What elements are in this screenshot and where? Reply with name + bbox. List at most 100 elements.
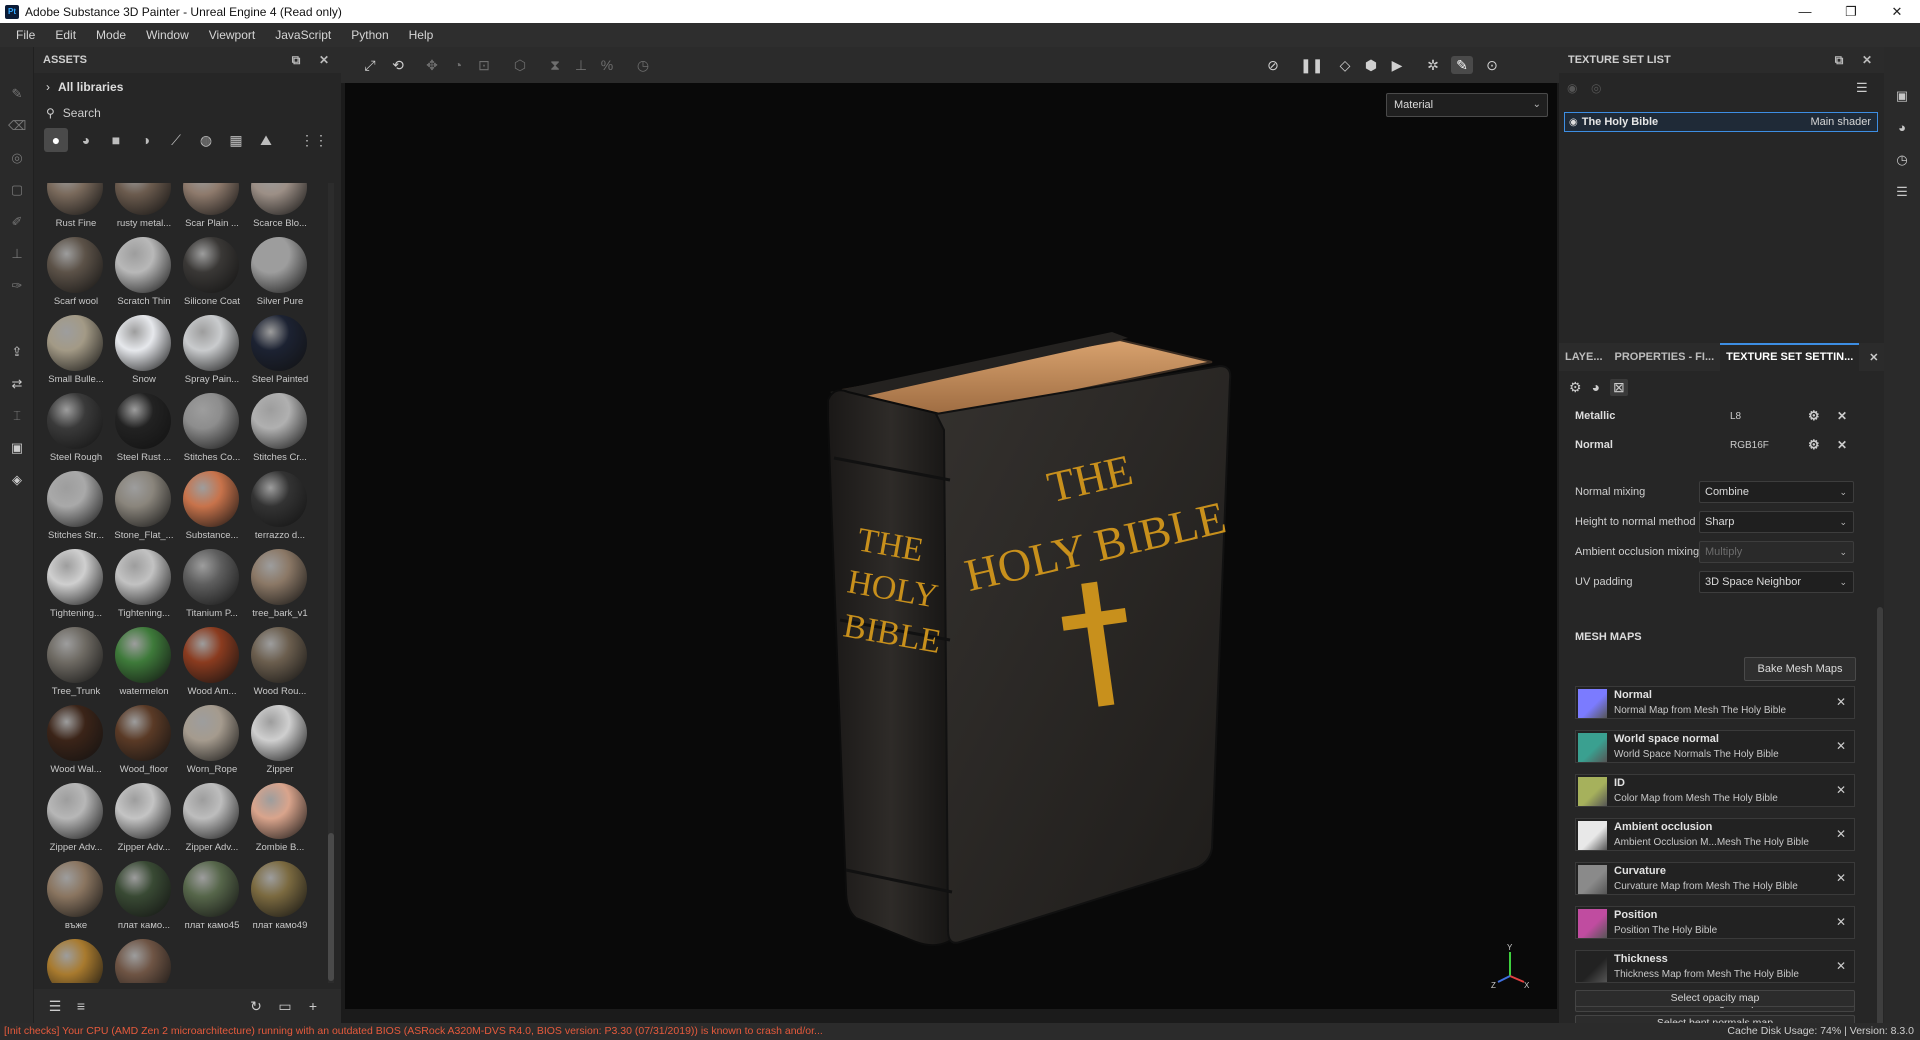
normal-mixing-dropdown[interactable]: Combine ⌄	[1699, 481, 1854, 503]
asset-thumbnail[interactable]: Steel Rough	[42, 391, 110, 469]
asset-thumbnail[interactable]: Wood Am...	[178, 625, 246, 703]
menu-icon[interactable]: ☰	[1856, 80, 1868, 96]
eye-icon[interactable]: ◉	[1569, 117, 1578, 128]
list-view-icon[interactable]: ☰	[46, 997, 64, 1015]
render-icon[interactable]: ✲	[1424, 56, 1442, 74]
smudge-icon[interactable]: ✐	[8, 213, 26, 231]
settings-icon[interactable]: ⚙	[1569, 379, 1582, 396]
library-selector[interactable]: › All libraries	[34, 73, 341, 101]
transform-icon[interactable]: ⤢	[361, 56, 379, 74]
measure-icon[interactable]: ⌶	[8, 407, 26, 425]
textures-filter-icon[interactable]: ◍	[194, 128, 218, 152]
asset-thumbnail[interactable]: плат тз12346	[110, 937, 178, 983]
move-icon[interactable]: ✥	[423, 56, 441, 74]
mesh-map-slot[interactable]: Curvature Curvature Map from Mesh The Hol…	[1575, 862, 1855, 895]
asset-thumbnail[interactable]: Stitches Cr...	[246, 391, 314, 469]
asset-thumbnail[interactable]: Silver Pure	[246, 235, 314, 313]
asset-thumbnail[interactable]: Zipper Adv...	[42, 781, 110, 859]
asset-thumbnail[interactable]: плат камо49	[246, 859, 314, 937]
masks-filter-icon[interactable]: ■	[104, 128, 128, 152]
asset-thumbnail[interactable]: watermelon	[110, 625, 178, 703]
mesh-map-slot[interactable]: Thickness Thickness Map from Mesh The Hol…	[1575, 950, 1855, 983]
transform-options-icon[interactable]: ⟲	[389, 56, 407, 74]
channel-format[interactable]: L8	[1730, 411, 1741, 422]
paint-brush-icon[interactable]: ✎	[8, 85, 26, 103]
rotate-icon[interactable]: ◔	[449, 56, 467, 74]
remove-map-icon[interactable]: ✕	[1836, 915, 1846, 929]
object-icon[interactable]: ⬡	[511, 56, 529, 74]
menu-window[interactable]: Window	[136, 28, 199, 42]
asset-thumbnail[interactable]: Zipper	[246, 703, 314, 781]
asset-thumbnail[interactable]: плат камо...	[110, 859, 178, 937]
gear-icon[interactable]: ⚙	[1808, 408, 1820, 424]
gear-icon[interactable]: ⚙	[1808, 437, 1820, 453]
asset-thumbnail[interactable]: Silicone Coat	[178, 235, 246, 313]
asset-search-field[interactable]: ⚲ Search	[34, 101, 341, 125]
asset-thumbnail[interactable]: Stitches Str...	[42, 469, 110, 547]
channel-format[interactable]: RGB16F	[1730, 440, 1769, 451]
close-panel-icon[interactable]: ✕	[1858, 51, 1876, 69]
restore-icon[interactable]: ❐	[1828, 0, 1874, 23]
bake-icon[interactable]: ⇄	[8, 375, 26, 393]
log-icon[interactable]: ☰	[1893, 183, 1911, 201]
texture-set-row[interactable]: ◉ The Holy Bible Main shader	[1564, 112, 1878, 132]
asset-thumbnail[interactable]: Wood_floor	[110, 703, 178, 781]
mesh-map-slot[interactable]: ID Color Map from Mesh The Holy Bible ✕	[1575, 774, 1855, 807]
asset-thumbnail[interactable]: Zombie B...	[246, 781, 314, 859]
height-to-normal-dropdown[interactable]: Sharp ⌄	[1699, 511, 1854, 533]
asset-thumbnail[interactable]: Zipper Adv...	[110, 781, 178, 859]
hide-icon[interactable]: ⊘	[1264, 56, 1282, 74]
smart-materials-filter-icon[interactable]: ◕	[74, 128, 98, 152]
settings-scrollbar[interactable]	[1877, 607, 1883, 1040]
tab-layers[interactable]: LAYE...	[1559, 343, 1609, 371]
paint-mode-icon[interactable]: ✎	[1451, 56, 1473, 74]
asset-scrollbar[interactable]	[328, 183, 334, 983]
new-folder-icon[interactable]: ▭	[276, 997, 294, 1015]
hide-icon[interactable]: ◉	[1567, 81, 1577, 95]
menu-javascript[interactable]: JavaScript	[265, 28, 341, 42]
tab-properties[interactable]: PROPERTIES - FI...	[1609, 343, 1721, 371]
geometry-mask-icon[interactable]: ▢	[8, 181, 26, 199]
mesh-map-slot[interactable]: Normal Normal Map from Mesh The Holy Bibl…	[1575, 686, 1855, 719]
asset-thumbnail[interactable]: Spray Pain...	[178, 313, 246, 391]
display-settings-icon[interactable]: ▣	[8, 439, 26, 457]
scale-icon[interactable]: ⊡	[475, 56, 493, 74]
asset-thumbnail[interactable]: плат тз12	[42, 937, 110, 983]
close-tab-icon[interactable]: ✕	[1869, 351, 1878, 364]
mesh-map-slot[interactable]: World space normal World Space Normals Th…	[1575, 730, 1855, 763]
snap-icon[interactable]: %	[598, 56, 616, 74]
mirror-icon[interactable]: ⧗	[546, 56, 564, 74]
remove-map-icon[interactable]: ✕	[1836, 827, 1846, 841]
color-picker-icon[interactable]: ✑	[8, 277, 26, 295]
viewport-3d-icon[interactable]: ⬢	[1362, 56, 1380, 74]
pause-icon[interactable]: ❚❚	[1300, 56, 1323, 74]
remove-channel-icon[interactable]: ✕	[1837, 409, 1847, 423]
select-bent-normals-button[interactable]: Select bent normals map	[1575, 1015, 1855, 1023]
screenshot-icon[interactable]: ⊙	[1483, 56, 1501, 74]
asset-thumbnail[interactable]: Tightening...	[42, 547, 110, 625]
grid-filter-icon[interactable]: ▦	[224, 128, 248, 152]
status-warning-message[interactable]: [Init checks] Your CPU (AMD Zen 2 microa…	[4, 1023, 823, 1040]
asset-thumbnail[interactable]: Scar Plain ...	[178, 183, 246, 235]
asset-thumbnail[interactable]: Zipper Adv...	[178, 781, 246, 859]
menu-file[interactable]: File	[6, 28, 45, 42]
asset-thumbnail[interactable]: Worn_Rope	[178, 703, 246, 781]
uv-padding-dropdown[interactable]: 3D Space Neighbor ⌄	[1699, 571, 1854, 593]
remove-map-icon[interactable]: ✕	[1836, 695, 1846, 709]
asset-thumbnail[interactable]: Wood Wal...	[42, 703, 110, 781]
asset-thumbnail[interactable]: Wood Rou...	[246, 625, 314, 703]
mesh-map-slot[interactable]: Position Position The Holy Bible ✕	[1575, 906, 1855, 939]
history-icon[interactable]: ◷	[1893, 151, 1911, 169]
viewport-2d-icon[interactable]: ◇	[1336, 56, 1354, 74]
remove-map-icon[interactable]: ✕	[1836, 783, 1846, 797]
asset-thumbnail[interactable]: Scarce Blo...	[246, 183, 314, 235]
asset-thumbnail[interactable]: tree_bark_v1	[246, 547, 314, 625]
materials-filter-icon[interactable]: ●	[44, 128, 68, 152]
asset-thumbnail[interactable]: Scarf wool	[42, 235, 110, 313]
bake-mesh-maps-button[interactable]: Bake Mesh Maps	[1744, 657, 1856, 681]
sort-icon[interactable]: ≡	[72, 997, 90, 1015]
asset-thumbnail[interactable]: плат камо45	[178, 859, 246, 937]
menu-viewport[interactable]: Viewport	[199, 28, 265, 42]
menu-python[interactable]: Python	[341, 28, 398, 42]
asset-thumbnail[interactable]: Stone_Flat_...	[110, 469, 178, 547]
